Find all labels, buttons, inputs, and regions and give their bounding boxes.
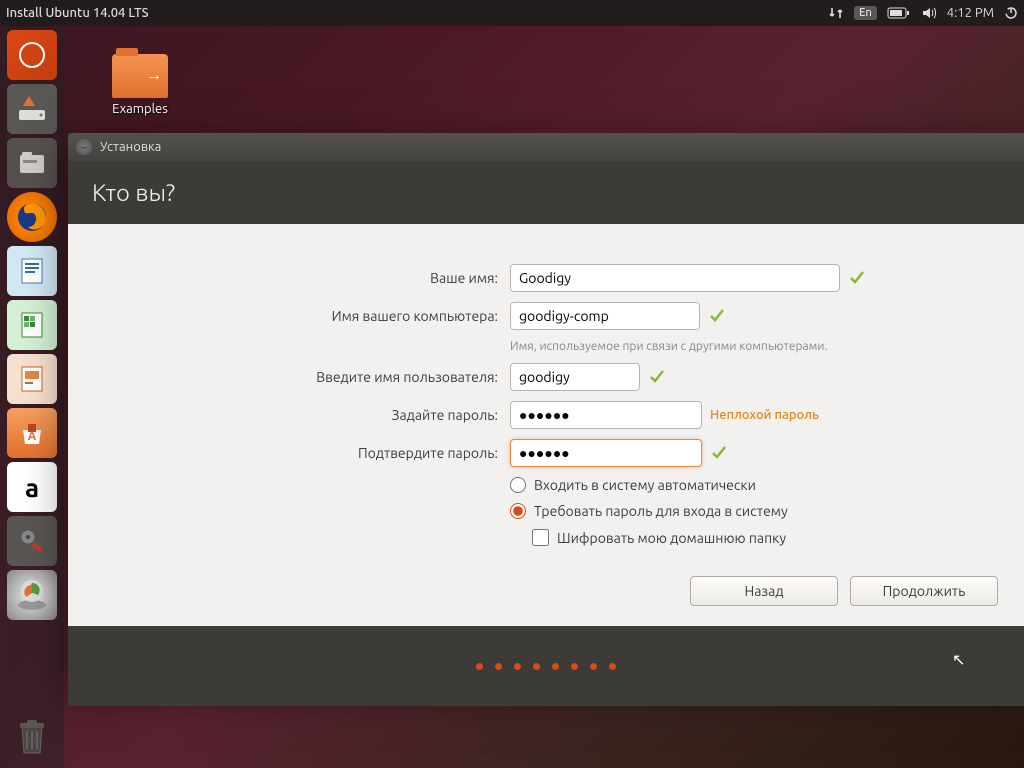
installer-body: Ваше имя: Имя вашего компьютера: Имя, ис… xyxy=(68,224,1024,626)
dot[interactable] xyxy=(552,663,559,670)
dash-icon[interactable] xyxy=(7,30,57,80)
check-icon xyxy=(848,269,866,287)
svg-text:A: A xyxy=(28,430,37,443)
battery-icon[interactable] xyxy=(887,7,911,19)
check-icon xyxy=(708,307,726,325)
install-drive-icon[interactable] xyxy=(7,570,57,620)
computer-input[interactable] xyxy=(510,302,700,330)
password-strength: Неплохой пароль xyxy=(710,408,819,422)
name-label: Ваше имя: xyxy=(98,270,498,286)
confirm-input[interactable] xyxy=(510,439,702,467)
password-input[interactable] xyxy=(510,401,702,429)
firefox-icon[interactable] xyxy=(7,192,57,242)
installer-window: – Установка Кто вы? Ваше имя: Имя вашего… xyxy=(68,133,1024,685)
software-center-icon[interactable]: A xyxy=(7,408,57,458)
installer-launcher-icon[interactable] xyxy=(7,84,57,134)
continue-button[interactable]: Продолжить xyxy=(850,576,998,606)
computer-label: Имя вашего компьютера: xyxy=(98,308,498,324)
dot[interactable] xyxy=(590,663,597,670)
lang-indicator[interactable]: En xyxy=(854,6,876,20)
check-icon xyxy=(710,444,728,462)
installer-heading: Кто вы? xyxy=(92,179,1000,206)
power-icon[interactable] xyxy=(1004,6,1018,20)
amazon-icon[interactable]: a xyxy=(7,462,57,512)
close-icon[interactable]: – xyxy=(76,139,92,155)
writer-icon[interactable] xyxy=(7,246,57,296)
installer-titlebar[interactable]: – Установка xyxy=(68,133,1024,161)
clock[interactable]: 4:12 PM xyxy=(947,6,994,20)
dot[interactable] xyxy=(495,663,502,670)
username-label: Введите имя пользователя: xyxy=(98,369,498,385)
dot[interactable] xyxy=(533,663,540,670)
slideshow-dots xyxy=(68,626,1024,706)
calc-icon[interactable] xyxy=(7,300,57,350)
back-button[interactable]: Назад xyxy=(690,576,838,606)
auto-login-label: Входить в систему автоматически xyxy=(534,477,756,493)
require-password-label: Требовать пароль для входа в систему xyxy=(534,503,788,519)
username-input[interactable] xyxy=(510,363,640,391)
settings-icon[interactable] xyxy=(7,516,57,566)
dot[interactable] xyxy=(571,663,578,670)
confirm-label: Подтвердите пароль: xyxy=(98,445,498,461)
launcher: A a xyxy=(0,26,64,768)
password-label: Задайте пароль: xyxy=(98,407,498,423)
computer-hint: Имя, используемое при связи с другими ко… xyxy=(510,340,994,353)
files-icon[interactable] xyxy=(7,138,57,188)
dot[interactable] xyxy=(476,663,483,670)
folder-icon xyxy=(112,54,168,98)
dot[interactable] xyxy=(609,663,616,670)
examples-label: Examples xyxy=(112,102,168,116)
impress-icon[interactable] xyxy=(7,354,57,404)
installer-header: Кто вы? xyxy=(68,161,1024,224)
network-icon[interactable] xyxy=(828,6,844,20)
encrypt-label: Шифровать мою домашнюю папку xyxy=(557,530,786,546)
check-icon xyxy=(648,368,666,386)
name-input[interactable] xyxy=(510,264,840,292)
panel-title: Install Ubuntu 14.04 LTS xyxy=(6,6,149,20)
volume-icon[interactable] xyxy=(921,6,937,20)
encrypt-checkbox[interactable]: Шифровать мою домашнюю папку xyxy=(532,529,994,546)
require-password-radio[interactable]: Требовать пароль для входа в систему xyxy=(510,503,994,519)
trash-icon[interactable] xyxy=(7,712,57,762)
installer-window-title: Установка xyxy=(100,140,161,154)
top-panel: Install Ubuntu 14.04 LTS En 4:12 PM xyxy=(0,0,1024,26)
examples-folder[interactable]: Examples xyxy=(112,54,168,116)
dot[interactable] xyxy=(514,663,521,670)
auto-login-radio[interactable]: Входить в систему автоматически xyxy=(510,477,994,493)
